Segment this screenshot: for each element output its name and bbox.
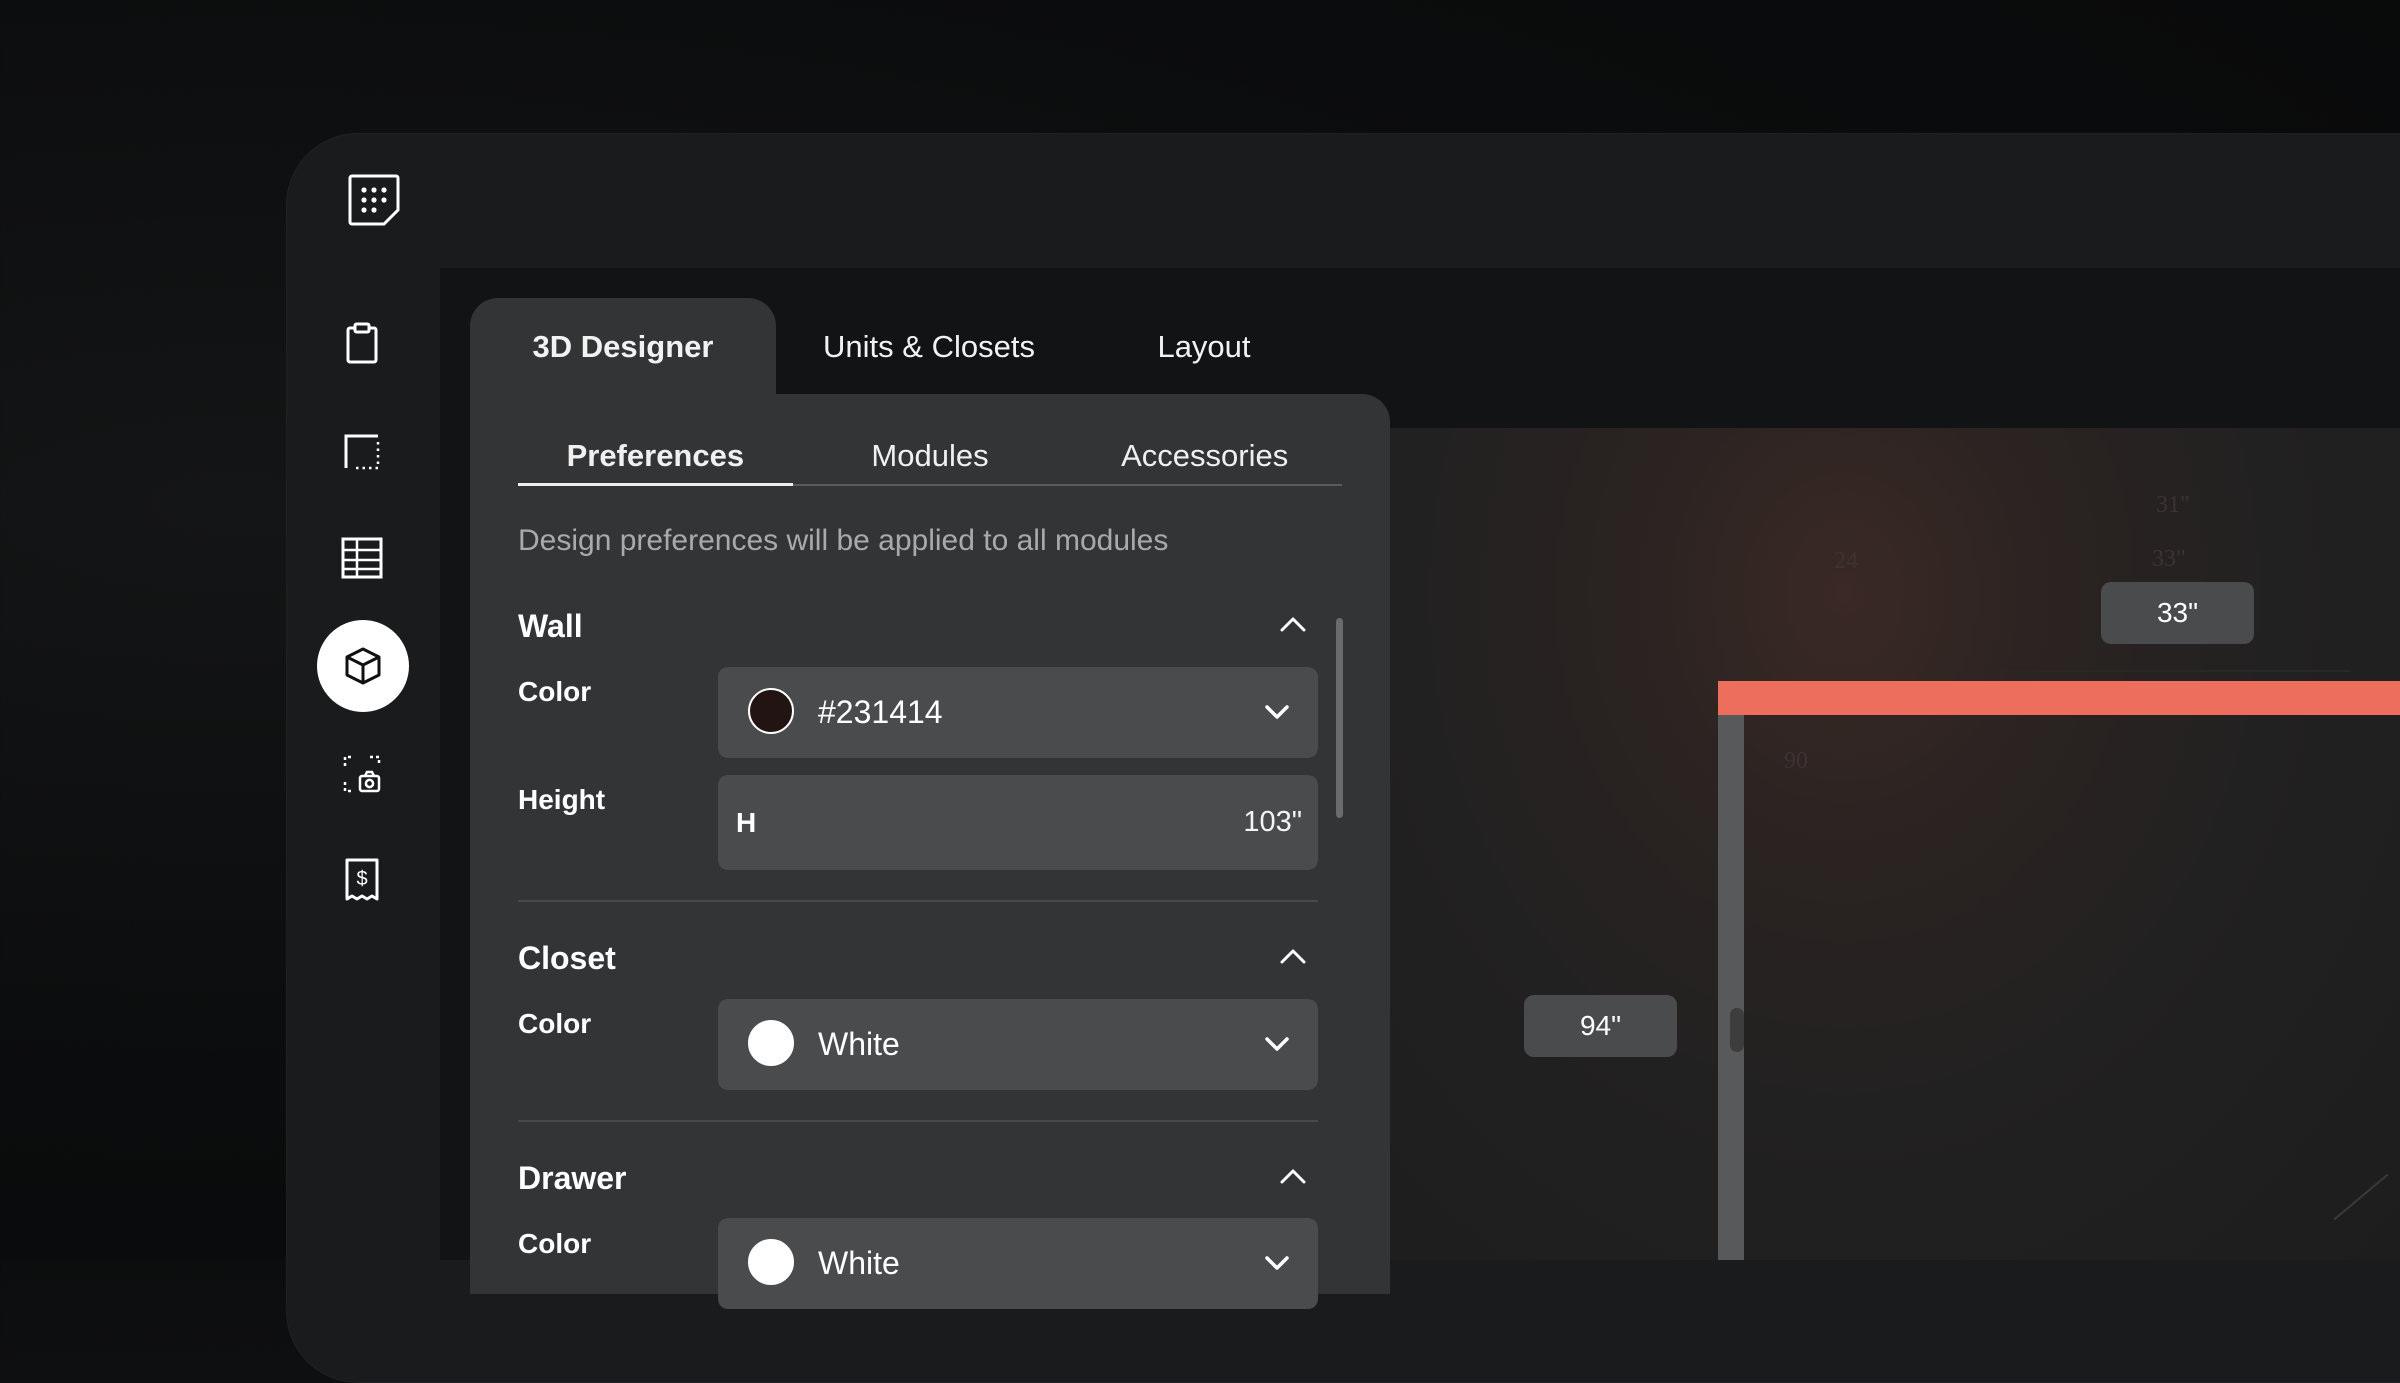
chevron-up-icon[interactable] [1276, 1160, 1310, 1194]
section-divider [518, 900, 1318, 902]
wall-height-label: Height [518, 784, 606, 815]
closet-color-value: White [818, 1026, 900, 1062]
section-title-wall: Wall [518, 608, 583, 644]
faint-dimension-label: 24 [1834, 548, 1858, 574]
design-canvas[interactable]: 31" 33" 24 90 [1390, 428, 2400, 1260]
receipt-dollar-icon[interactable]: $ [330, 848, 394, 912]
chevron-down-icon [1260, 1027, 1294, 1061]
faint-dimension-label: 90 [1784, 748, 1808, 774]
dimension-badge-left[interactable]: 94" [1524, 995, 1677, 1057]
faint-dimension-label: 33" [2152, 546, 2186, 572]
dimension-badge-top[interactable]: 33" [2101, 582, 2254, 644]
chevron-up-icon[interactable] [1276, 940, 1310, 974]
section-title-drawer: Drawer [518, 1160, 627, 1196]
wall-color-swatch [748, 688, 794, 734]
wall-height-value: 103" [1243, 806, 1302, 838]
preferences-hint: Design preferences will be applied to al… [518, 524, 1169, 557]
preferences-panel: Preferences Modules Accessories Design p… [470, 394, 1390, 1309]
chevron-up-icon[interactable] [1276, 608, 1310, 642]
faint-guide-line [2333, 1173, 2389, 1221]
camera-icon[interactable] [330, 742, 394, 806]
cube-icon[interactable] [317, 620, 409, 712]
tab-units-closets[interactable]: Units & Closets [776, 298, 1082, 395]
wall-color-select[interactable]: #231414 [718, 667, 1318, 758]
subtab-accessories[interactable]: Accessories [1067, 428, 1342, 484]
tab-layout[interactable]: Layout [1082, 298, 1326, 395]
wall-color-value: #231414 [818, 694, 943, 730]
faint-dimension-label: 31" [2156, 492, 2190, 518]
wall-top-edge[interactable] [1718, 681, 2400, 715]
main-tabs: 3D Designer Units & Closets Layout [470, 298, 1326, 395]
closet-color-label: Color [518, 1008, 592, 1039]
closet-color-select[interactable]: White [718, 999, 1318, 1090]
drawer-color-value: White [818, 1245, 900, 1281]
drawer-color-select[interactable]: White [718, 1218, 1318, 1309]
floor-plan-icon[interactable] [330, 420, 394, 484]
drawer-color-swatch [748, 1239, 794, 1285]
svg-text:$: $ [356, 868, 367, 890]
grid-logo-icon[interactable] [346, 172, 402, 228]
wall-color-label: Color [518, 676, 592, 707]
table-icon[interactable] [330, 526, 394, 590]
clipboard-icon[interactable] [330, 312, 394, 376]
panel-scrollbar[interactable] [1336, 618, 1343, 818]
wall-side-edge[interactable] [1718, 715, 1744, 1260]
height-prefix: H [736, 807, 757, 838]
closet-color-swatch [748, 1020, 794, 1066]
wall-height-input[interactable]: H 103" [718, 775, 1318, 870]
subtab-preferences[interactable]: Preferences [518, 428, 793, 486]
sub-tabs: Preferences Modules Accessories [518, 428, 1342, 486]
section-divider [518, 1120, 1318, 1122]
chevron-down-icon [1260, 695, 1294, 729]
tab-3d-designer[interactable]: 3D Designer [470, 298, 776, 395]
chevron-down-icon [1260, 1246, 1294, 1280]
faint-guide-line [1998, 670, 2350, 672]
wall-handle[interactable] [1730, 1008, 1744, 1052]
subtab-modules[interactable]: Modules [793, 428, 1068, 484]
section-title-closet: Closet [518, 940, 616, 976]
drawer-color-label: Color [518, 1228, 592, 1259]
